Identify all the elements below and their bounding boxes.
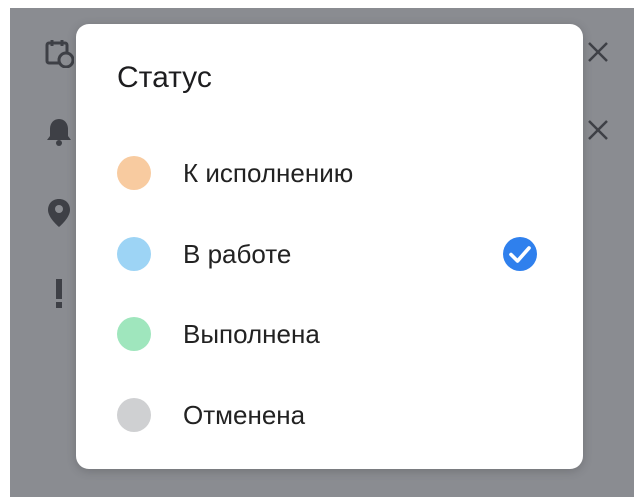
- checkmark-icon: [502, 236, 538, 272]
- status-option-label: Выполнена: [183, 319, 320, 349]
- bell-icon: [44, 116, 74, 146]
- status-dot-orange: [117, 156, 151, 190]
- close-icon[interactable]: [584, 116, 612, 144]
- status-dialog: Статус К исполнению В работе Выполнена О…: [76, 24, 583, 469]
- screen: Статус К исполнению В работе Выполнена О…: [0, 0, 634, 497]
- calendar-clock-icon: [44, 38, 74, 68]
- status-option-in-progress[interactable]: В работе: [76, 221, 583, 285]
- close-icon[interactable]: [584, 38, 612, 66]
- status-option-cancelled[interactable]: Отменена: [76, 382, 583, 446]
- dialog-title: Статус: [117, 61, 212, 94]
- status-option-label: В работе: [183, 239, 292, 269]
- exclamation-icon: [44, 278, 74, 308]
- status-dot-blue: [117, 237, 151, 271]
- location-pin-icon: [44, 198, 74, 228]
- status-dot-green: [117, 317, 151, 351]
- status-option-to-do[interactable]: К исполнению: [76, 140, 583, 204]
- status-option-label: К исполнению: [183, 158, 354, 188]
- status-option-label: Отменена: [183, 400, 306, 430]
- status-dot-gray: [117, 398, 151, 432]
- status-option-done[interactable]: Выполнена: [76, 301, 583, 365]
